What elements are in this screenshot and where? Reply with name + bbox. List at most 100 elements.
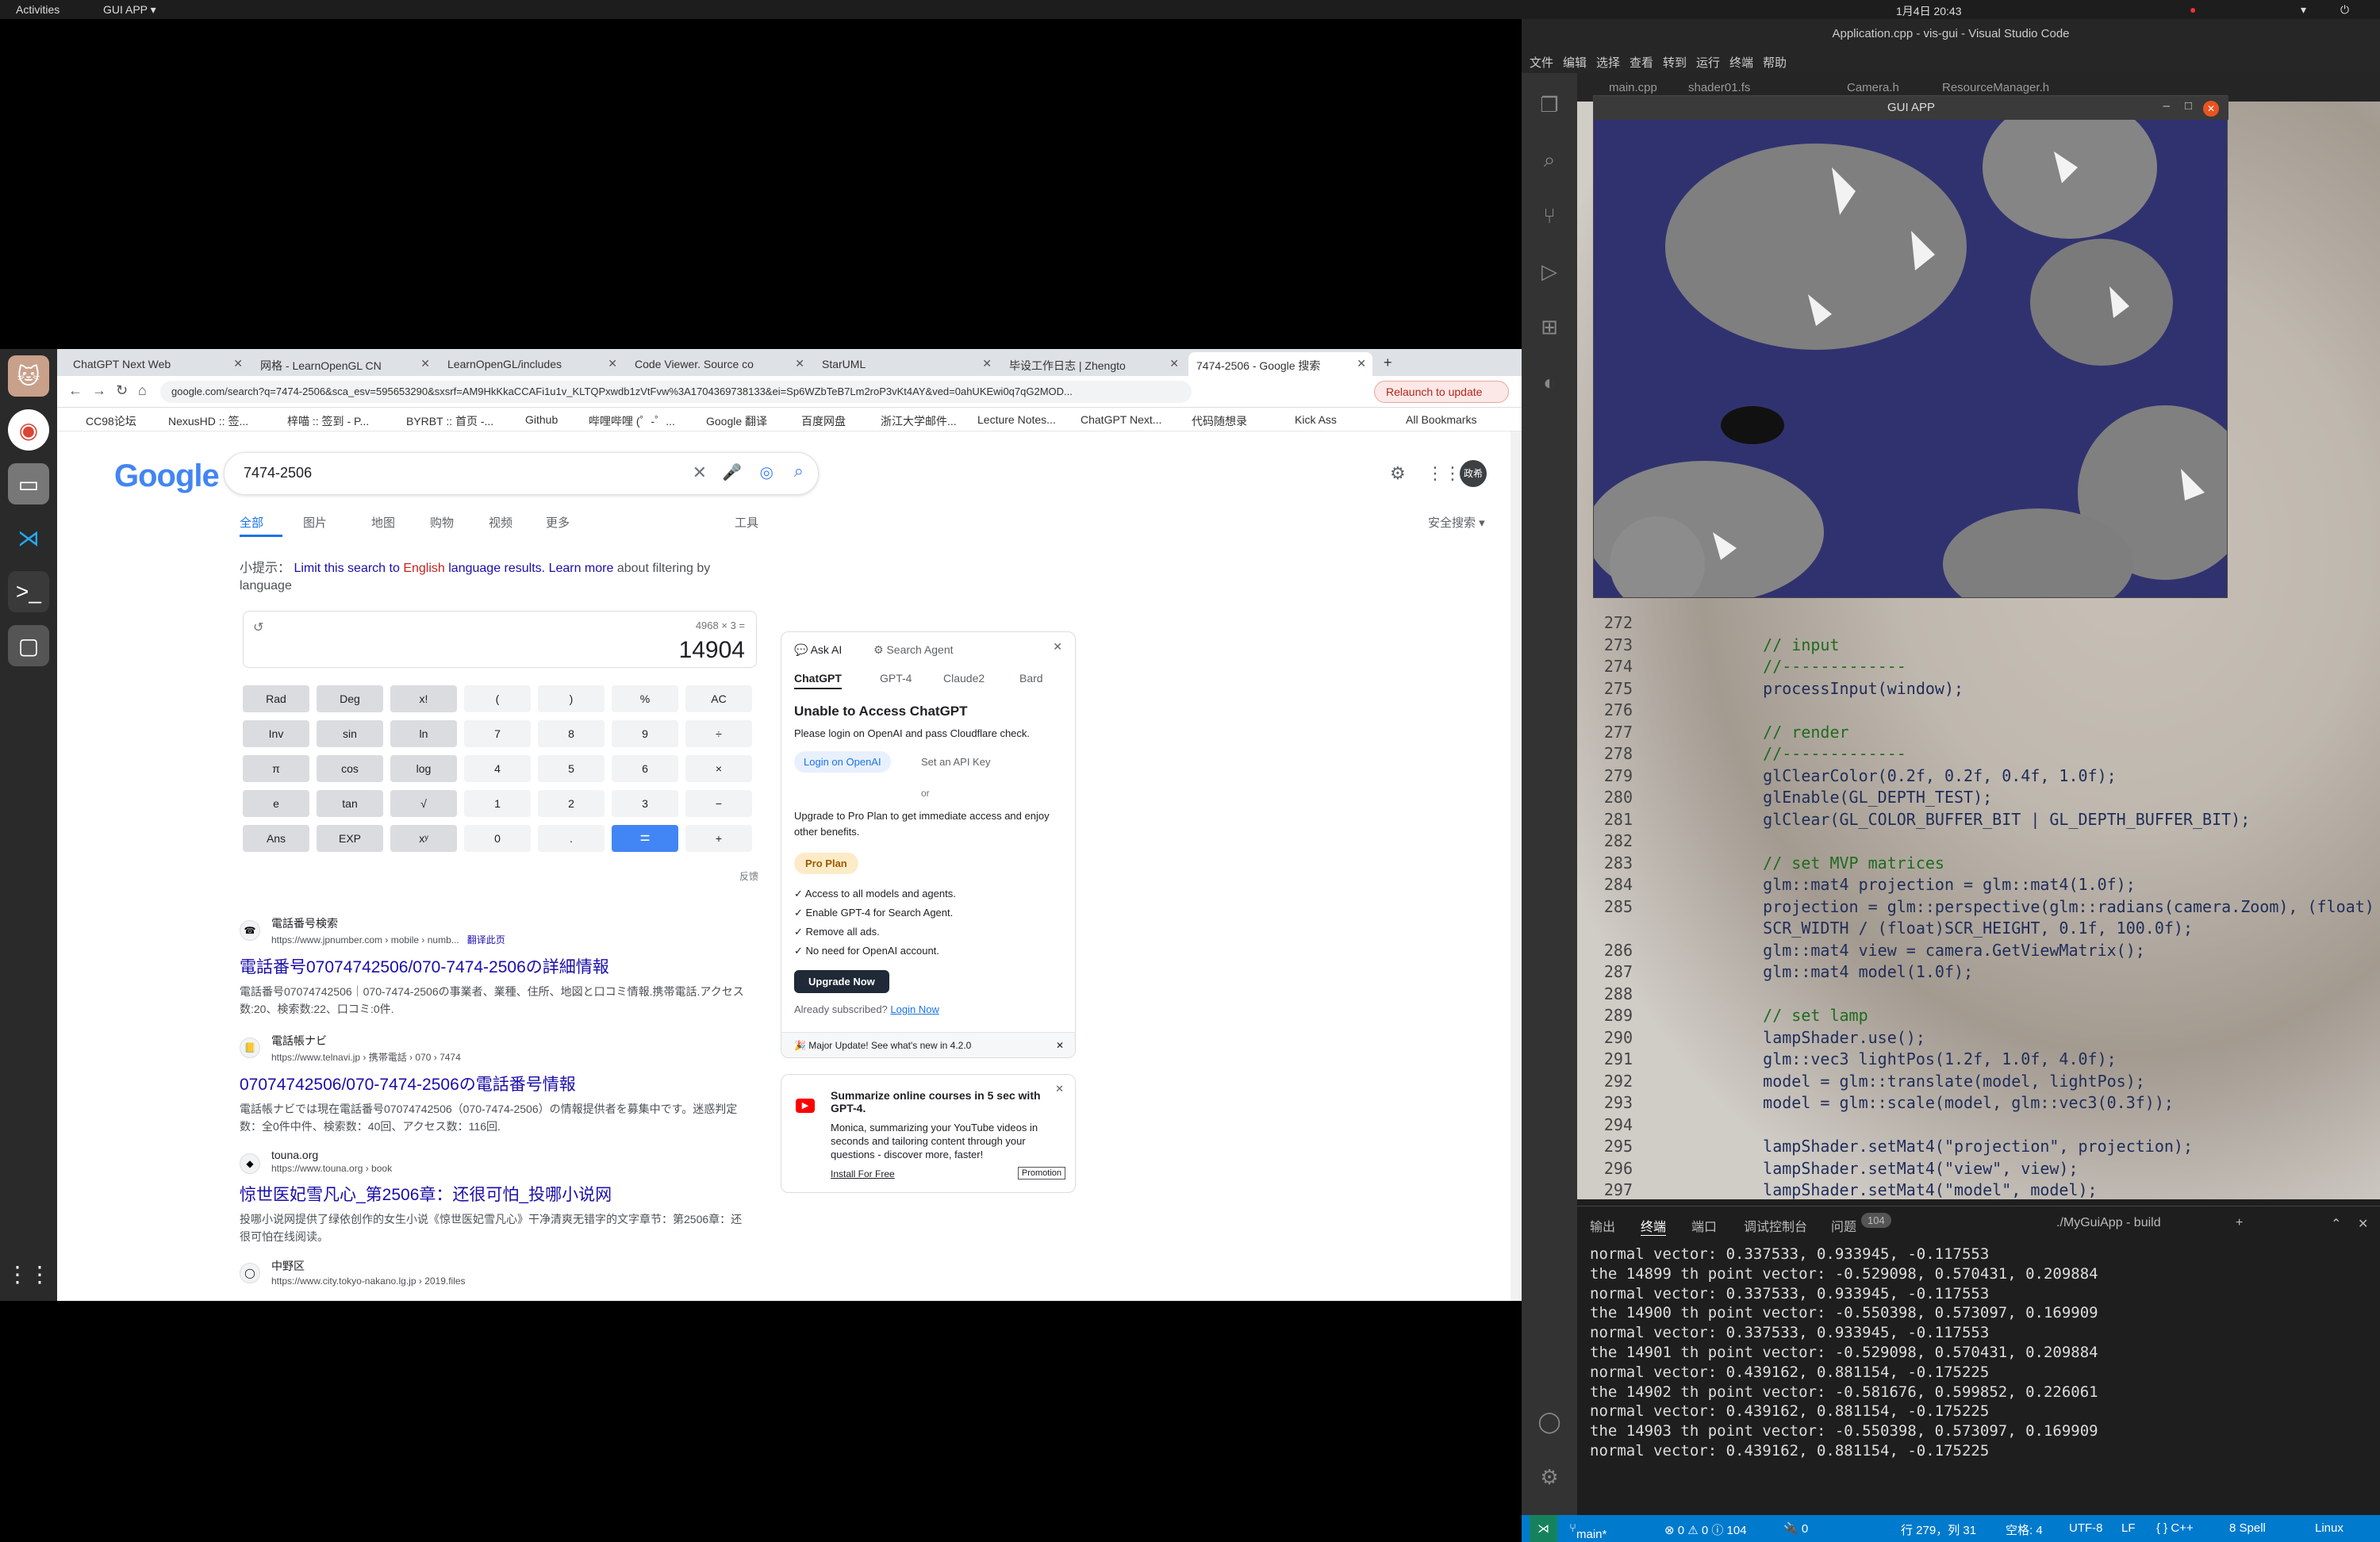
tab-videos[interactable]: 视频 (489, 514, 512, 531)
tab-learnopengl[interactable]: 网格 - LearnOpenGL CN ✕ (252, 352, 436, 376)
calculator-key[interactable]: 7 (464, 720, 531, 747)
bookmark-item[interactable]: ChatGPT Next... (1081, 413, 1161, 426)
calculator-key[interactable]: tan (317, 790, 383, 817)
tab-staruml[interactable]: StarUML ✕ (814, 352, 998, 376)
microphone-icon[interactable]: 🎤 (722, 462, 742, 482)
calculator-key[interactable]: − (685, 790, 752, 817)
wifi-icon[interactable]: ▾ (2301, 3, 2306, 17)
bookmark-item[interactable]: Lecture Notes... (977, 413, 1056, 426)
menu-terminal[interactable]: 终端 (1729, 54, 1753, 71)
menu-edit[interactable]: 编辑 (1563, 54, 1587, 71)
all-bookmarks[interactable]: All Bookmarks (1406, 413, 1476, 426)
bookmark-item[interactable]: 梓喵 :: 签到 - P... (287, 413, 369, 429)
login-openai-button[interactable]: Login on OpenAI (794, 751, 891, 773)
calculator-key[interactable]: 0 (464, 825, 531, 852)
calculator-key[interactable]: 8 (538, 720, 605, 747)
hint-language[interactable]: English (403, 562, 444, 575)
menu-run[interactable]: 运行 (1696, 54, 1720, 71)
code-line[interactable]: SCR_WIDTH / (float)SCR_HEIGHT, 0.1f, 100… (1725, 918, 2193, 940)
avatar-app-icon[interactable]: 🐱 (8, 355, 49, 397)
code-line[interactable]: // set MVP matrices (1725, 853, 1944, 875)
ask-ai-tab[interactable]: 💬 Ask AI (794, 643, 842, 657)
model-claude2[interactable]: Claude2 (943, 672, 985, 685)
problems-status[interactable]: ⊗ 0 ⚠ 0 ⓘ 104 (1664, 1521, 1747, 1538)
model-bard[interactable]: Bard (1019, 672, 1043, 685)
code-line[interactable]: processInput(window); (1725, 678, 1964, 700)
code-line[interactable]: glm::mat4 view = camera.GetViewMatrix(); (1725, 940, 2145, 962)
close-icon[interactable]: ✕ (982, 357, 992, 370)
bookmark-item[interactable]: 百度网盘 (801, 413, 846, 429)
clock[interactable]: 1月4日 20:43 (1896, 3, 1962, 19)
bookmark-item[interactable]: 哔哩哔哩 (゜-゜... (589, 413, 675, 429)
settings-gear-icon[interactable]: ⚙ (1390, 463, 1406, 484)
run-debug-icon[interactable]: ▷ (1534, 255, 1565, 287)
close-icon[interactable]: ✕ (233, 357, 243, 370)
tools-button[interactable]: 工具 (735, 514, 758, 531)
lens-icon[interactable]: ◎ (760, 462, 774, 482)
bookmark-item[interactable]: BYRBT :: 首页 -... (406, 413, 493, 429)
calculator-key[interactable]: × (685, 755, 752, 782)
close-icon[interactable]: ✕ (1056, 1040, 1064, 1051)
extensions-icon[interactable]: ⊞ (1534, 311, 1565, 343)
add-terminal-icon[interactable]: + (2236, 1216, 2243, 1230)
close-icon[interactable]: ✕ (2358, 1216, 2368, 1232)
code-line[interactable]: model = glm::translate(model, lightPos); (1725, 1071, 2145, 1093)
forward-icon[interactable]: → (92, 382, 106, 399)
bookmark-item[interactable]: NexusHD :: 签... (168, 413, 248, 429)
calculator-key[interactable]: 1 (464, 790, 531, 817)
calculator-key[interactable]: Rad (243, 685, 309, 712)
spell-status[interactable]: 8 Spell (2229, 1521, 2266, 1535)
tab-shopping[interactable]: 购物 (430, 514, 454, 531)
menu-file[interactable]: 文件 (1530, 54, 1553, 71)
hint-link[interactable]: Limit this search to (294, 562, 399, 575)
code-line[interactable]: glm::mat4 model(1.0f); (1725, 961, 1973, 984)
indentation[interactable]: 空格: 4 (2006, 1521, 2043, 1538)
calculator-key[interactable]: √ (390, 790, 457, 817)
code-line[interactable]: lampShader.setMat4("projection", project… (1725, 1136, 2193, 1158)
maximize-icon[interactable]: □ (2185, 99, 2192, 113)
calculator-key[interactable]: ln (390, 720, 457, 747)
code-line[interactable]: glEnable(GL_DEPTH_TEST); (1725, 787, 1992, 809)
language-mode[interactable]: { } C++ (2156, 1521, 2194, 1535)
panel-tab-terminal[interactable]: 终端 (1641, 1216, 1667, 1236)
calculator-key[interactable]: 3 (612, 790, 678, 817)
panel-tab-ports[interactable]: 端口 (1691, 1216, 1717, 1235)
eol[interactable]: LF (2121, 1521, 2136, 1535)
calculator-key[interactable]: % (612, 685, 678, 712)
learn-more-link[interactable]: Learn more (549, 562, 614, 575)
github-icon[interactable]: ◐ (1534, 366, 1565, 398)
calculator-key[interactable]: EXP (317, 825, 383, 852)
code-line[interactable]: glClearColor(0.2f, 0.2f, 0.4f, 1.0f); (1725, 765, 2117, 788)
panel-tab-debug-console[interactable]: 调试控制台 (1744, 1216, 1807, 1235)
calculator-key[interactable]: π (243, 755, 309, 782)
code-line[interactable]: // render (1725, 722, 1848, 744)
gui-app-titlebar[interactable]: GUI APP – □ ✕ (1594, 96, 2228, 120)
calculator-key[interactable]: = (612, 825, 678, 852)
tab-images[interactable]: 图片 (303, 514, 327, 531)
calculator-key[interactable]: x! (390, 685, 457, 712)
show-apps-icon[interactable]: ⋮⋮ (6, 1253, 51, 1295)
bookmark-item[interactable]: CC98论坛 (86, 413, 136, 429)
account-icon[interactable]: ◯ (1534, 1406, 1565, 1437)
history-icon[interactable]: ↺ (253, 619, 263, 635)
files-icon[interactable]: ▭ (8, 463, 49, 504)
result-title[interactable]: 07074742506/070-7474-2506の電話番号情報 (240, 1072, 747, 1095)
code-line[interactable]: lampShader.use(); (1725, 1027, 1925, 1049)
translate-link[interactable]: 翻译此页 (467, 934, 505, 946)
calculator-key[interactable]: e (243, 790, 309, 817)
os-status[interactable]: Linux (2315, 1521, 2344, 1535)
remote-indicator[interactable]: ⋊ (1530, 1515, 1557, 1542)
safesearch-button[interactable]: 安全搜索 ▾ (1428, 514, 1485, 531)
git-branch[interactable]: ⑂ main* (1569, 1521, 1606, 1541)
model-gpt4[interactable]: GPT-4 (880, 672, 912, 685)
calculator-key[interactable]: Deg (317, 685, 383, 712)
feedback-link[interactable]: 反馈 (739, 869, 758, 883)
maximize-panel-icon[interactable]: ⌃ (2331, 1216, 2341, 1232)
back-icon[interactable]: ← (68, 382, 83, 399)
home-icon[interactable]: ⌂ (138, 382, 147, 399)
close-icon[interactable]: ✕ (420, 357, 430, 370)
close-icon[interactable]: ✕ (1169, 357, 1179, 370)
panel-tab-output[interactable]: 输出 (1590, 1216, 1615, 1235)
menu-help[interactable]: 帮助 (1763, 54, 1787, 71)
calculator-key[interactable]: sin (317, 720, 383, 747)
